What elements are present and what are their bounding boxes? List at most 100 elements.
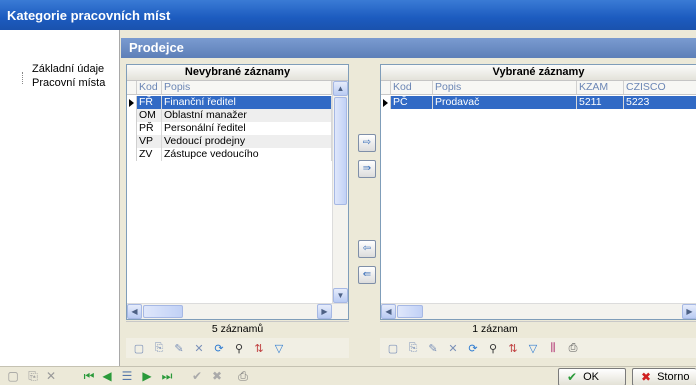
record-count: 1 záznam — [380, 321, 696, 337]
scroll-up-icon[interactable]: ▲ — [333, 81, 348, 96]
panel-title: Nevybrané záznamy — [127, 65, 348, 81]
move-left-icon[interactable]: ⇦ — [358, 240, 376, 258]
scroll-left-icon[interactable]: ◀ — [127, 304, 142, 319]
filter-icon[interactable]: ▽ — [526, 341, 540, 355]
table-row[interactable]: PČ Prodavač 5211 5223 — [381, 96, 696, 109]
edit-record-icon[interactable]: ✎ — [426, 341, 440, 355]
window-title: Kategorie pracovních míst — [0, 0, 696, 30]
refresh-icon[interactable]: ⟳ — [466, 341, 480, 355]
cell-popis: Oblastní manažer — [162, 109, 332, 122]
table-row[interactable]: OM Oblastní manažer — [127, 109, 332, 122]
copy-record-icon[interactable]: ⎘ — [406, 341, 420, 355]
unselected-records-panel: Nevybrané záznamy Kod Popis FŘ Finanční … — [126, 64, 349, 320]
new-record-icon[interactable]: ▢ — [386, 341, 400, 355]
scroll-thumb[interactable] — [334, 97, 347, 205]
row-indicator — [127, 122, 137, 135]
scroll-right-icon[interactable]: ▶ — [682, 304, 696, 319]
left-toolbar: ▢ ⎘ ✎ ✕ ⟳ ⚲ ⇅ ▽ — [126, 338, 349, 358]
move-right-icon[interactable]: ⇨ — [358, 134, 376, 152]
sort-icon[interactable]: ⇅ — [506, 341, 520, 355]
checkmark-icon: ✔ — [567, 370, 578, 384]
print-icon[interactable]: ⎙ — [566, 341, 580, 355]
edit-record-icon[interactable]: ✎ — [172, 341, 186, 355]
row-indicator — [127, 148, 137, 161]
horizontal-scrollbar[interactable]: ◀ ▶ — [127, 303, 348, 319]
column-header-czisco[interactable]: CZISCO — [624, 81, 696, 94]
print-icon[interactable]: ⎙ — [236, 369, 250, 383]
record-count-text: 1 záznam — [472, 323, 518, 335]
filter-icon[interactable]: ▽ — [272, 341, 286, 355]
scroll-thumb[interactable] — [143, 305, 183, 318]
cell-popis: Finanční ředitel — [162, 96, 332, 109]
cancel-label: Storno — [657, 371, 690, 383]
cell-kod: PŘ — [137, 122, 162, 135]
selected-records-panel: Vybrané záznamy Kod Popis KZAM CZISCO PČ… — [380, 64, 696, 320]
next-record-icon[interactable]: ▶ — [140, 369, 154, 383]
new-record-icon[interactable]: ▢ — [132, 341, 146, 355]
find-icon[interactable]: ⚲ — [232, 341, 246, 355]
section-header: Prodejce — [121, 38, 696, 58]
ok-button[interactable]: ✔ OK — [558, 368, 626, 385]
cell-popis: Vedoucí prodejny — [162, 135, 332, 148]
indicator-header — [127, 81, 137, 94]
cell-popis: Zástupce vedoucího — [162, 148, 332, 161]
row-indicator — [127, 135, 137, 148]
column-header-kod[interactable]: Kod — [137, 81, 162, 94]
delete-record-icon[interactable]: ✕ — [446, 341, 460, 355]
cancel-button[interactable]: ✖ Storno — [632, 368, 696, 385]
copy-icon[interactable]: ⎘ — [26, 369, 40, 383]
cell-kod: FŘ — [137, 96, 162, 109]
confirm-icon[interactable]: ✔ — [190, 369, 204, 383]
scroll-left-icon[interactable]: ◀ — [381, 304, 396, 319]
cell-kzam: 5211 — [577, 96, 624, 109]
cell-kod: OM — [137, 109, 162, 122]
sidebar-item-zakladni-udaje[interactable]: Základní údaje — [32, 63, 104, 75]
find-icon[interactable]: ⚲ — [486, 341, 500, 355]
last-record-icon[interactable]: ⏭ — [160, 369, 174, 383]
delete-icon[interactable]: ✕ — [44, 369, 58, 383]
move-all-right-icon[interactable]: ⇛ — [358, 160, 376, 178]
indicator-header — [381, 81, 391, 94]
move-all-left-icon[interactable]: ⇚ — [358, 266, 376, 284]
close-icon: ✖ — [641, 370, 652, 384]
delete-record-icon[interactable]: ✕ — [192, 341, 206, 355]
right-toolbar: ▢ ⎘ ✎ ✕ ⟳ ⚲ ⇅ ▽ ⫼ ⎙ — [380, 338, 696, 358]
column-header-popis[interactable]: Popis — [433, 81, 577, 94]
cell-kod: PČ — [391, 96, 433, 109]
column-header-kod[interactable]: Kod — [391, 81, 433, 94]
move-buttons: ⇨ ⇛ ⇦ ⇚ — [356, 64, 378, 320]
grid-header: Kod Popis — [127, 81, 332, 95]
cell-kod: VP — [137, 135, 162, 148]
table-row[interactable]: FŘ Finanční ředitel — [127, 96, 332, 109]
refresh-icon[interactable]: ⟳ — [212, 341, 226, 355]
new-icon[interactable]: ▢ — [6, 369, 20, 383]
bottom-toolbar: ▢ ⎘ ✕ ⏮ ◀ ☰ ▶ ⏭ ✔ ✖ ⎙ ✔ OK ✖ Storno — [0, 366, 696, 385]
list-icon[interactable]: ☰ — [120, 369, 134, 383]
sort-icon[interactable]: ⇅ — [252, 341, 266, 355]
cancel-icon[interactable]: ✖ — [210, 369, 224, 383]
table-row[interactable]: PŘ Personální ředitel — [127, 122, 332, 135]
sidebar-item-pracovni-mista[interactable]: Pracovní místa — [32, 77, 105, 89]
row-indicator-icon — [127, 96, 137, 109]
horizontal-scrollbar[interactable]: ◀ ▶ — [381, 303, 696, 319]
column-header-popis[interactable]: Popis — [162, 81, 332, 94]
previous-record-icon[interactable]: ◀ — [100, 369, 114, 383]
column-header-kzam[interactable]: KZAM — [577, 81, 624, 94]
vertical-scrollbar[interactable]: ▲ ▼ — [332, 81, 348, 303]
first-record-icon[interactable]: ⏮ — [82, 369, 96, 383]
table-row[interactable]: VP Vedoucí prodejny — [127, 135, 332, 148]
ok-label: OK — [583, 371, 599, 383]
tree-line — [22, 72, 23, 84]
cell-kod: ZV — [137, 148, 162, 161]
scroll-thumb[interactable] — [397, 305, 423, 318]
columns-icon[interactable]: ⫼ — [546, 341, 560, 355]
cell-czisco: 5223 — [624, 96, 696, 109]
scroll-right-icon[interactable]: ▶ — [317, 304, 332, 319]
cell-popis: Prodavač — [433, 96, 577, 109]
row-indicator — [127, 109, 137, 122]
table-row[interactable]: ZV Zástupce vedoucího — [127, 148, 332, 161]
cell-popis: Personální ředitel — [162, 122, 332, 135]
panel-title: Vybrané záznamy — [381, 65, 696, 81]
copy-record-icon[interactable]: ⎘ — [152, 341, 166, 355]
scroll-down-icon[interactable]: ▼ — [333, 288, 348, 303]
